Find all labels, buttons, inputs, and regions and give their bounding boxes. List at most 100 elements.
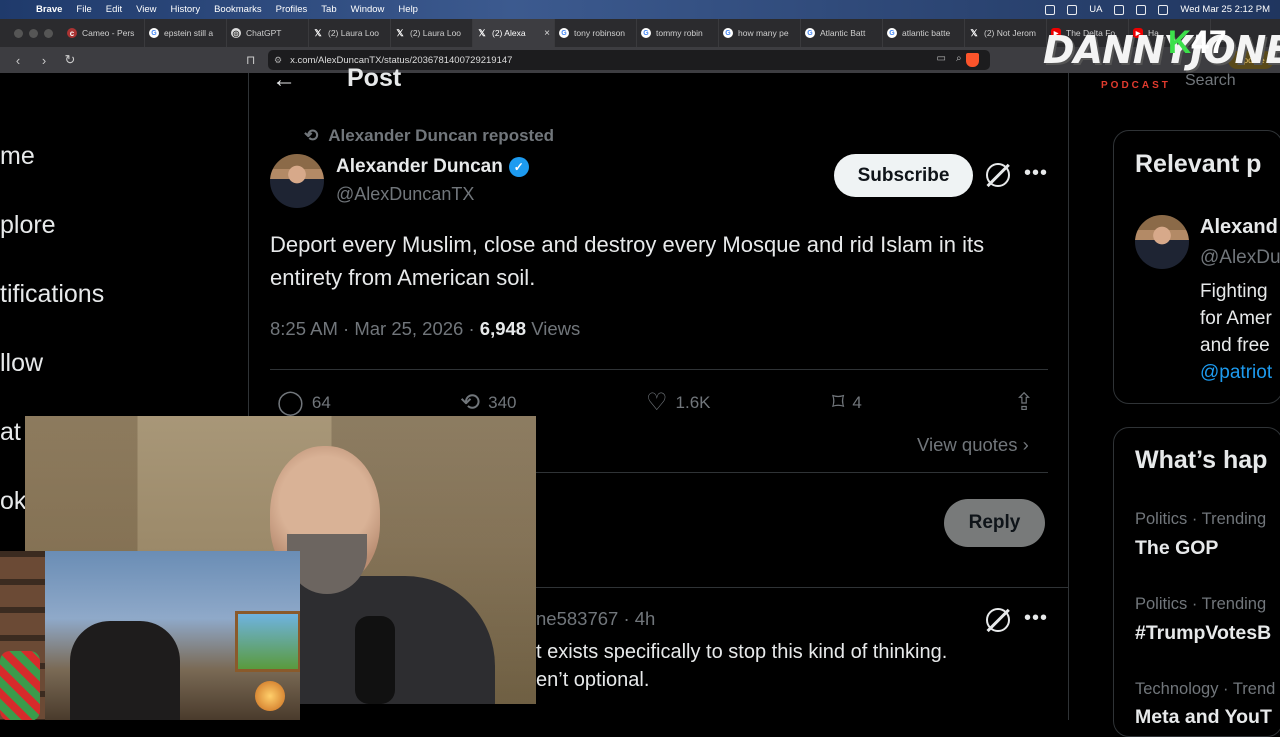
nav-explore[interactable]: plore bbox=[0, 211, 56, 240]
like-count: 1.6K bbox=[675, 392, 711, 412]
browser-tab[interactable]: G Atlantic Batt bbox=[801, 19, 883, 47]
reply-author-handle[interactable]: ne583767 · 4h bbox=[536, 608, 655, 630]
browser-tab[interactable]: c Cameo - Pers bbox=[63, 19, 145, 47]
author-name-text[interactable]: Alexander Duncan bbox=[336, 156, 503, 178]
reply-text: t exists specifically to stop this kind … bbox=[536, 638, 1056, 694]
cast-icon[interactable]: ▭ bbox=[937, 53, 946, 64]
reply-button[interactable]: Reply bbox=[944, 499, 1045, 547]
apple-icon[interactable] bbox=[12, 3, 26, 17]
nav-home[interactable]: me bbox=[0, 142, 35, 171]
browser-tab[interactable]: 𝕏 (2) Not Jerom bbox=[965, 19, 1047, 47]
repost-icon: ⟲ bbox=[304, 126, 319, 145]
verified-badge-icon[interactable]: ✓ bbox=[508, 157, 529, 177]
tab-label: tony robinson bbox=[574, 28, 626, 38]
status-icon[interactable] bbox=[1067, 4, 1078, 15]
forward-icon[interactable]: › bbox=[36, 53, 52, 68]
reply-line: t exists specifically to stop this kind … bbox=[536, 641, 948, 663]
avatar[interactable] bbox=[270, 154, 324, 208]
microphone bbox=[355, 616, 395, 704]
site-info-icon[interactable]: ⚙ bbox=[274, 55, 282, 66]
trend-item[interactable]: The GOP bbox=[1135, 537, 1218, 560]
tab-label: atlantic batte bbox=[902, 28, 951, 38]
tab-label: (2) Laura Loo bbox=[410, 28, 462, 38]
browser-tab[interactable]: Gtommy robin bbox=[637, 19, 719, 47]
menu-tab[interactable]: Tab bbox=[321, 4, 336, 15]
window-controls bbox=[14, 28, 53, 38]
relevant-person-handle[interactable]: @AlexDu bbox=[1200, 247, 1280, 269]
menu-help[interactable]: Help bbox=[398, 4, 418, 15]
bio-mention-link[interactable]: @patriot bbox=[1200, 359, 1272, 386]
reply-icon[interactable]: ◯ bbox=[277, 388, 304, 417]
more-options-icon[interactable]: ••• bbox=[1024, 162, 1048, 185]
grok-icon[interactable] bbox=[986, 608, 1010, 632]
menu-view[interactable]: View bbox=[136, 4, 156, 15]
search-icon[interactable] bbox=[1136, 4, 1147, 15]
menu-history[interactable]: History bbox=[171, 4, 201, 15]
reload-icon[interactable]: ↻ bbox=[62, 52, 78, 68]
back-arrow-icon[interactable]: ← bbox=[272, 66, 296, 94]
browser-tab-active[interactable]: 𝕏 (2) Alexa × bbox=[473, 19, 555, 47]
trend-item[interactable]: Meta and YouT bbox=[1135, 706, 1272, 729]
browser-tab[interactable]: 𝕏 (2) Laura Loo bbox=[391, 19, 473, 47]
x-icon: 𝕏 bbox=[970, 27, 978, 38]
nav-grok[interactable]: ok bbox=[0, 487, 26, 516]
browser-tab[interactable]: ◎ ChatGPT bbox=[227, 19, 309, 47]
x-icon: 𝕏 bbox=[314, 27, 322, 38]
repost-action[interactable]: ⟲ 340 bbox=[460, 388, 516, 417]
status-icon[interactable] bbox=[1045, 4, 1056, 15]
avatar[interactable] bbox=[1135, 215, 1189, 269]
painting bbox=[235, 611, 300, 672]
tab-label: tommy robin bbox=[656, 28, 703, 38]
brave-shields-icon[interactable] bbox=[966, 53, 979, 67]
nav-follow[interactable]: llow bbox=[0, 349, 43, 378]
post-timestamp[interactable]: 8:25 AM · Mar 25, 2026 · bbox=[270, 318, 480, 339]
reply-action[interactable]: ◯ 64 bbox=[277, 388, 331, 417]
tab-label: Cameo - Pers bbox=[82, 28, 135, 38]
menubar-clock[interactable]: Wed Mar 25 2:12 PM bbox=[1180, 4, 1270, 15]
back-icon[interactable]: ‹ bbox=[10, 53, 26, 68]
whats-happening-title: What’s hap bbox=[1135, 446, 1268, 474]
menu-file[interactable]: File bbox=[76, 4, 91, 15]
reply-count: 64 bbox=[311, 392, 331, 412]
nav-notifications[interactable]: tifications bbox=[0, 280, 104, 309]
bio-line: Fighting bbox=[1200, 281, 1268, 302]
like-action[interactable]: ♡ 1.6K bbox=[646, 388, 711, 417]
close-window-button[interactable] bbox=[14, 28, 23, 38]
minimize-window-button[interactable] bbox=[29, 28, 38, 38]
bookmark-icon[interactable]: ⌑ bbox=[832, 388, 844, 417]
more-options-icon[interactable]: ••• bbox=[1024, 607, 1048, 630]
author-handle[interactable]: @AlexDuncanTX bbox=[336, 184, 474, 205]
relevant-person-name[interactable]: Alexand bbox=[1200, 216, 1278, 239]
zoom-icon[interactable]: ⌕ bbox=[956, 53, 962, 64]
heart-icon[interactable]: ♡ bbox=[646, 388, 668, 417]
menu-edit[interactable]: Edit bbox=[106, 4, 122, 15]
control-center-icon[interactable] bbox=[1158, 4, 1169, 15]
zoom-window-button[interactable] bbox=[44, 28, 53, 38]
menu-app-name[interactable]: Brave bbox=[36, 4, 62, 15]
tab-label: (2) Not Jerom bbox=[984, 28, 1036, 38]
nav-chat[interactable]: at bbox=[0, 418, 21, 447]
repost-icon[interactable]: ⟲ bbox=[460, 388, 480, 417]
trend-category: Politics · Trending bbox=[1135, 595, 1267, 613]
browser-tab[interactable]: Gatlantic batte bbox=[883, 19, 965, 47]
browser-tab[interactable]: Ghow many pe bbox=[719, 19, 801, 47]
share-icon[interactable]: ⇪ bbox=[1014, 388, 1034, 417]
browser-tab[interactable]: Gtony robinson bbox=[555, 19, 637, 47]
trend-item[interactable]: #TrumpVotesB bbox=[1135, 622, 1271, 645]
author-name[interactable]: Alexander Duncan ✓ bbox=[336, 156, 529, 178]
bookmark-action[interactable]: ⌑ 4 bbox=[832, 388, 862, 417]
bookmark-page-icon[interactable]: ⊓ bbox=[246, 53, 255, 67]
browser-tab[interactable]: Gepstein still a bbox=[145, 19, 227, 47]
grok-icon[interactable] bbox=[986, 163, 1010, 187]
subscribe-button[interactable]: Subscribe bbox=[834, 154, 973, 197]
view-quotes-link[interactable]: View quotes › bbox=[917, 434, 1029, 456]
close-tab-icon[interactable]: × bbox=[544, 28, 550, 39]
x-icon: 𝕏 bbox=[396, 27, 404, 38]
input-language[interactable]: UA bbox=[1089, 4, 1102, 15]
menu-window[interactable]: Window bbox=[351, 4, 385, 15]
browser-tab[interactable]: 𝕏 (2) Laura Loo bbox=[309, 19, 391, 47]
menu-bookmarks[interactable]: Bookmarks bbox=[214, 4, 262, 15]
wifi-icon[interactable] bbox=[1114, 4, 1125, 15]
reposted-by-text[interactable]: Alexander Duncan reposted bbox=[328, 126, 554, 146]
menu-profiles[interactable]: Profiles bbox=[276, 4, 308, 15]
